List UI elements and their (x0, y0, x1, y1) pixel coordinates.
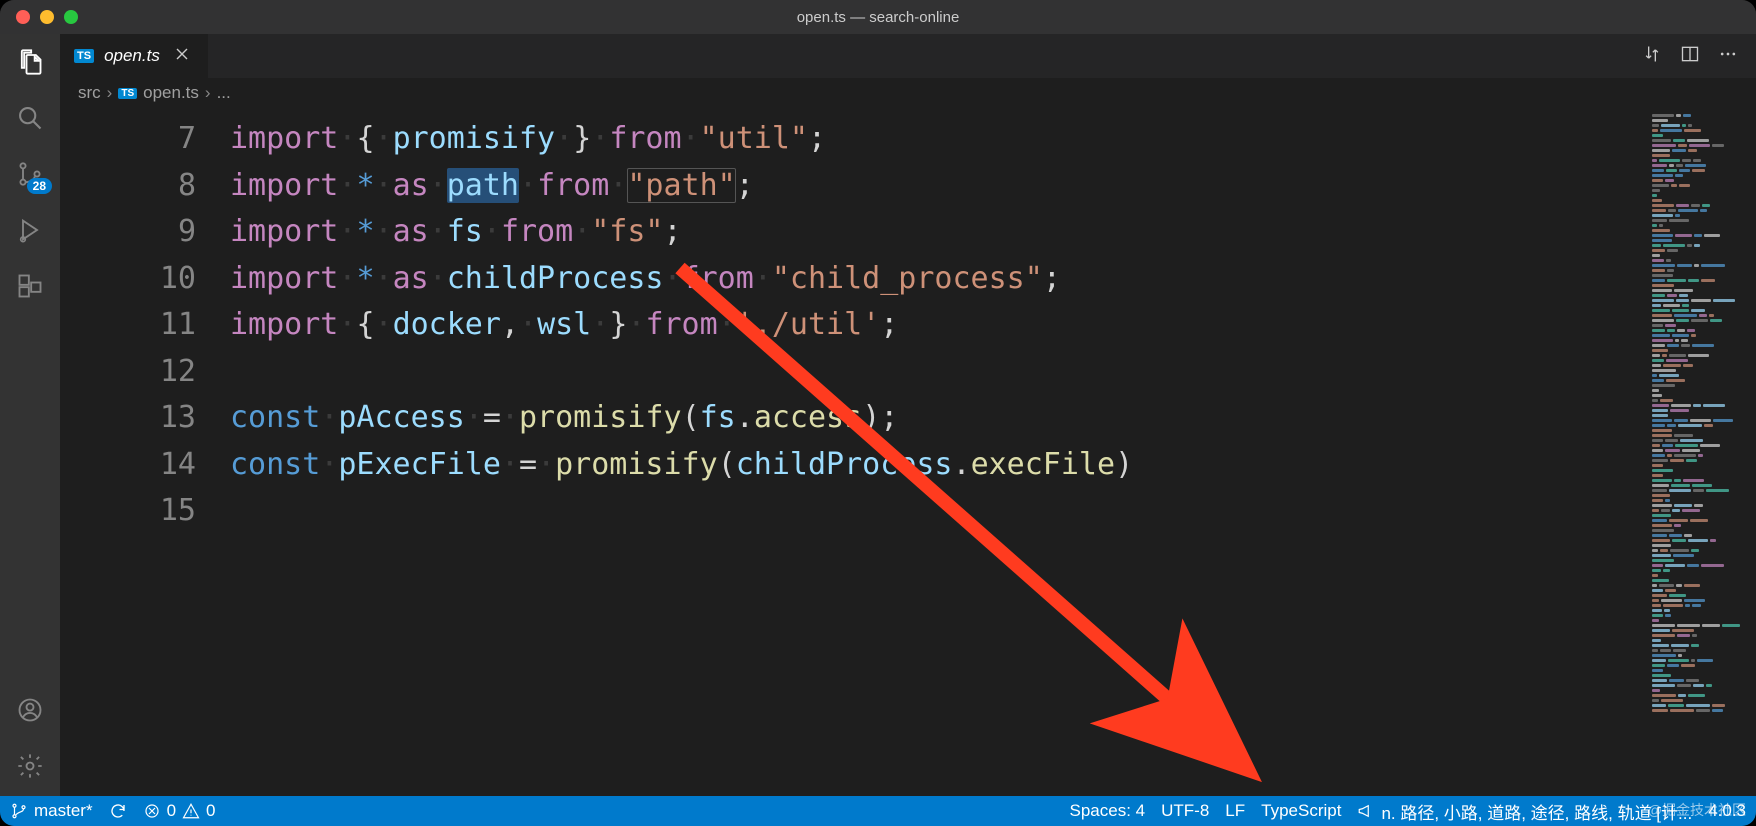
code-line[interactable]: const·pExecFile·=·promisify(childProcess… (230, 442, 1646, 489)
status-problems[interactable]: 0 0 (143, 801, 216, 821)
warning-icon (182, 802, 200, 820)
status-branch[interactable]: master* (10, 801, 93, 821)
activity-settings[interactable] (14, 750, 46, 782)
ellipsis-icon (1718, 44, 1738, 64)
split-editor-button[interactable] (1680, 44, 1700, 69)
activity-accounts[interactable] (14, 694, 46, 726)
minimap[interactable] (1646, 108, 1756, 796)
chevron-right-icon: › (205, 83, 211, 103)
activity-bar: 28 (0, 34, 60, 796)
breadcrumb-file[interactable]: open.ts (143, 83, 199, 103)
breadcrumb-folder[interactable]: src (78, 83, 101, 103)
status-eol[interactable]: LF (1225, 801, 1245, 821)
titlebar: open.ts — search-online (0, 0, 1756, 34)
code-line[interactable]: const·pAccess·=·promisify(fs.access); (230, 395, 1646, 442)
line-number: 13 (60, 395, 196, 442)
line-number: 8 (60, 163, 196, 210)
editor-actions (1624, 34, 1756, 78)
code-line[interactable] (230, 349, 1646, 396)
status-translation[interactable]: n. 路径, 小路, 道路, 途径, 路线, 轨道 [计... (1357, 799, 1692, 824)
tab-filename: open.ts (104, 46, 160, 66)
code-content[interactable]: import·{·promisify·}·from·"util";import·… (230, 116, 1646, 796)
error-icon (143, 802, 161, 820)
code-line[interactable]: import·*·as·childProcess·from·"child_pro… (230, 256, 1646, 303)
tabs-row: TS open.ts (60, 34, 1756, 78)
app-window: open.ts — search-online 28 (0, 0, 1756, 826)
activity-scm[interactable]: 28 (14, 158, 46, 190)
status-sync[interactable] (109, 802, 127, 820)
line-number: 15 (60, 488, 196, 535)
compare-icon (1642, 44, 1662, 64)
traffic-lights (16, 10, 78, 24)
typescript-lang-badge: TS (74, 49, 94, 63)
debug-icon (16, 216, 44, 244)
watermark: @掘金技术社区 (1648, 800, 1746, 820)
translation-text: n. 路径, 小路, 道路, 途径, 路线, 轨道 [计... (1381, 799, 1692, 824)
line-number: 7 (60, 116, 196, 163)
extensions-icon (16, 272, 44, 300)
line-number-gutter: 789101112131415 (60, 116, 230, 796)
tab-open-ts[interactable]: TS open.ts (60, 34, 209, 78)
more-actions-button[interactable] (1718, 44, 1738, 69)
search-icon (16, 104, 44, 132)
megaphone-icon (1357, 802, 1375, 820)
error-count: 0 (167, 801, 176, 821)
activity-run-debug[interactable] (14, 214, 46, 246)
line-number: 11 (60, 302, 196, 349)
window-maximize-button[interactable] (64, 10, 78, 24)
activity-extensions[interactable] (14, 270, 46, 302)
window-close-button[interactable] (16, 10, 30, 24)
breadcrumb-suffix[interactable]: ... (217, 83, 231, 103)
account-icon (16, 696, 44, 724)
scm-badge: 28 (27, 178, 52, 194)
editor[interactable]: 789101112131415 import·{·promisify·}·fro… (60, 108, 1756, 796)
status-encoding[interactable]: UTF-8 (1161, 801, 1209, 821)
close-icon (174, 46, 190, 62)
line-number: 14 (60, 442, 196, 489)
line-number: 12 (60, 349, 196, 396)
code-line[interactable]: import·*·as·path·from·"path"; (230, 163, 1646, 210)
activity-search[interactable] (14, 102, 46, 134)
breadcrumbs[interactable]: src › TS open.ts › ... (60, 78, 1756, 108)
git-branch-icon (10, 802, 28, 820)
window-minimize-button[interactable] (40, 10, 54, 24)
code-line[interactable]: import·{·promisify·}·from·"util"; (230, 116, 1646, 163)
split-icon (1680, 44, 1700, 64)
status-spaces[interactable]: Spaces: 4 (1070, 801, 1146, 821)
typescript-lang-badge: TS (118, 88, 137, 99)
line-number: 9 (60, 209, 196, 256)
editor-group: TS open.ts (60, 34, 1756, 796)
code-line[interactable] (230, 488, 1646, 535)
files-icon (16, 48, 44, 76)
line-number: 10 (60, 256, 196, 303)
code-line[interactable]: import·*·as·fs·from·"fs"; (230, 209, 1646, 256)
window-title: open.ts — search-online (0, 9, 1756, 26)
code-line[interactable]: import·{·docker,·wsl·}·from·'./util'; (230, 302, 1646, 349)
chevron-right-icon: › (107, 83, 113, 103)
sync-icon (109, 802, 127, 820)
warning-count: 0 (206, 801, 215, 821)
status-bar: master* 0 0 Spaces: 4 UTF-8 LF TypeScrip… (0, 796, 1756, 826)
compare-changes-button[interactable] (1642, 44, 1662, 69)
branch-name: master* (34, 801, 93, 821)
tab-close-button[interactable] (170, 46, 194, 67)
activity-explorer[interactable] (14, 46, 46, 78)
gear-icon (16, 752, 44, 780)
status-language[interactable]: TypeScript (1261, 801, 1341, 821)
